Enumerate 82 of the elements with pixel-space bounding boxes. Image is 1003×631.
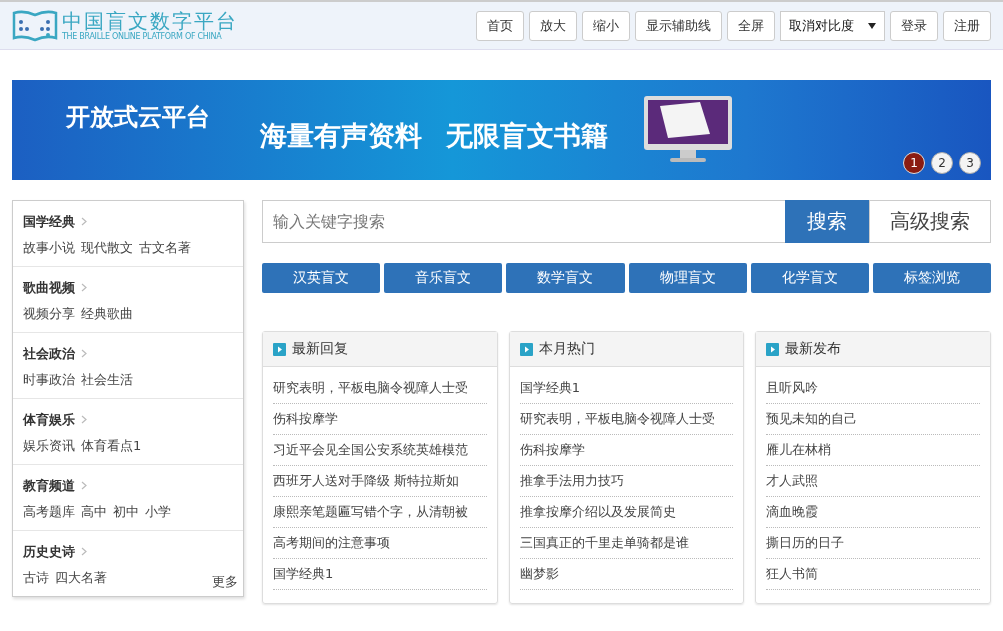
slide-dot[interactable]: 2 <box>931 152 953 174</box>
article-link[interactable]: 雁儿在林梢 <box>766 435 980 466</box>
header-button[interactable]: 注册 <box>943 10 991 41</box>
search-button[interactable]: 搜索 <box>785 200 869 243</box>
subcategory-link[interactable]: 古文名著 <box>139 239 191 257</box>
chevron-icon <box>81 547 87 556</box>
article-link[interactable]: 三国真正的千里走单骑都是谁 <box>519 528 734 559</box>
article-link[interactable]: 且听风吟 <box>766 373 980 404</box>
article-link[interactable]: 高考期间的注意事项 <box>273 528 487 559</box>
article-link[interactable]: 滴血晚霞 <box>766 497 980 528</box>
category-button[interactable]: 标签浏览 <box>872 263 992 293</box>
article-link[interactable]: 国学经典1 <box>273 559 487 590</box>
subcategory-link[interactable]: 古诗 <box>23 569 49 587</box>
article-link[interactable]: 伤科按摩学 <box>519 435 734 466</box>
header-button[interactable]: 首页 <box>476 10 524 41</box>
subcategory-link[interactable]: 时事政治 <box>23 371 75 389</box>
article-link[interactable]: 研究表明，平板电脑令视障人士受 <box>519 404 734 435</box>
play-icon <box>273 342 286 356</box>
category-button[interactable]: 物理盲文 <box>628 263 747 293</box>
slide-dot[interactable]: 3 <box>959 152 981 174</box>
caret-icon <box>868 22 876 29</box>
header-button[interactable]: 登录 <box>890 10 938 41</box>
category-link[interactable]: 体育娱乐 <box>23 412 75 427</box>
article-link[interactable]: 预见未知的自己 <box>766 404 980 435</box>
category-button[interactable]: 数学盲文 <box>506 263 625 293</box>
advanced-search-button[interactable]: 高级搜索 <box>869 200 991 243</box>
header-button[interactable]: 放大 <box>529 10 577 41</box>
header-button[interactable]: 缩小 <box>582 10 630 41</box>
contrast-dropdown[interactable]: 取消对比度 <box>780 10 885 41</box>
banner-slogan: 海量有声资料 <box>260 119 422 153</box>
category-button[interactable]: 音乐盲文 <box>384 263 503 293</box>
article-link[interactable]: 西班牙人送对手降级 斯特拉斯如 <box>273 466 487 497</box>
banner-slogan: 无限盲文书籍 <box>446 119 608 153</box>
subcategory-link[interactable]: 经典歌曲 <box>81 305 133 323</box>
header-button[interactable]: 显示辅助线 <box>635 10 722 41</box>
subcategory-link[interactable]: 视频分享 <box>23 305 75 323</box>
slide-dot[interactable]: 1 <box>903 152 925 174</box>
panel-title: 本月热门 <box>538 340 595 358</box>
panel-title: 最新发布 <box>785 340 842 358</box>
subcategory-link[interactable]: 初中 <box>113 503 139 521</box>
category-link[interactable]: 社会政治 <box>23 346 75 361</box>
play-icon <box>519 342 533 356</box>
subcategory-link[interactable]: 故事小说 <box>23 239 75 257</box>
subcategory-link[interactable]: 社会生活 <box>81 371 133 389</box>
article-link[interactable]: 撕日历的日子 <box>766 528 980 559</box>
subcategory-link[interactable]: 四大名著 <box>55 569 107 587</box>
article-link[interactable]: 才人武照 <box>766 466 980 497</box>
category-button[interactable]: 化学盲文 <box>750 263 869 293</box>
article-link[interactable]: 推拿手法用力技巧 <box>519 466 734 497</box>
category-link[interactable]: 歌曲视频 <box>23 280 75 295</box>
subcategory-link[interactable]: 小学 <box>145 503 171 521</box>
article-link[interactable]: 习近平会见全国公安系统英雄模范 <box>273 435 487 466</box>
article-link[interactable]: 推拿按摩介绍以及发展简史 <box>519 497 734 528</box>
banner-title: 开放式云平台 <box>66 101 210 133</box>
subcategory-link[interactable]: 高中 <box>81 503 107 521</box>
subcategory-link[interactable]: 高考题库 <box>23 503 75 521</box>
article-link[interactable]: 狂人书简 <box>766 559 980 590</box>
chevron-icon <box>81 481 87 490</box>
play-icon <box>766 342 780 356</box>
category-link[interactable]: 教育频道 <box>23 478 75 493</box>
chevron-icon <box>81 415 87 424</box>
article-link[interactable]: 伤科按摩学 <box>273 404 487 435</box>
category-link[interactable]: 国学经典 <box>23 214 75 229</box>
article-link[interactable]: 国学经典1 <box>519 373 734 404</box>
panel-title: 最新回复 <box>292 340 348 358</box>
article-link[interactable]: 研究表明，平板电脑令视障人士受 <box>273 373 487 404</box>
braille-book-icon <box>12 9 58 42</box>
category-link[interactable]: 历史史诗 <box>23 544 75 559</box>
subcategory-link[interactable]: 体育看点1 <box>81 437 142 455</box>
logo-subtitle: THE BRAILLE ONLINE PLATFORM OF CHINA <box>62 31 223 42</box>
article-link[interactable]: 康熙亲笔题匾写错个字，从清朝被 <box>273 497 487 528</box>
chevron-icon <box>81 283 87 292</box>
chevron-icon <box>81 349 87 358</box>
logo-title: 中国盲文数字平台 <box>62 9 238 32</box>
chevron-icon <box>81 217 87 226</box>
subcategory-link[interactable]: 现代散文 <box>81 239 133 257</box>
more-link[interactable]: 更多 <box>212 573 238 591</box>
search-field[interactable]: 输入关键字搜索 <box>262 200 785 243</box>
article-link[interactable]: 幽梦影 <box>519 559 734 590</box>
category-button[interactable]: 汉英盲文 <box>262 263 381 293</box>
subcategory-link[interactable]: 娱乐资讯 <box>23 437 75 455</box>
header-button[interactable]: 全屏 <box>727 10 775 41</box>
